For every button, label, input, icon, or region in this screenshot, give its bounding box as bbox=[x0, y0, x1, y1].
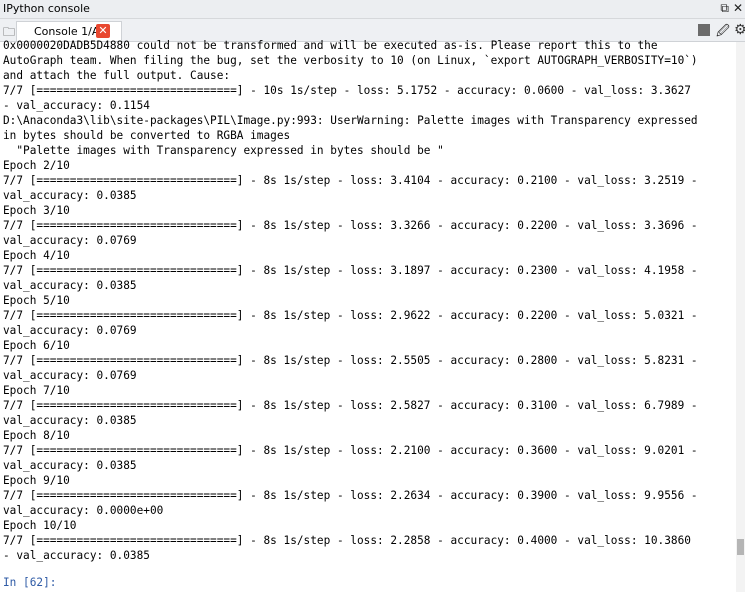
console-line: 7/7 [==============================] - 1… bbox=[3, 84, 691, 97]
pane-title-bar: IPython console ⧉ ✕ bbox=[0, 0, 745, 19]
stop-icon[interactable] bbox=[698, 24, 710, 36]
console-line: 7/7 [==============================] - 8… bbox=[3, 354, 698, 367]
console-line: val_accuracy: 0.0385 bbox=[3, 189, 137, 202]
console-line: in bytes should be converted to RGBA ima… bbox=[3, 129, 291, 142]
tab-close-icon[interactable]: ✕ bbox=[96, 24, 110, 38]
console-line: Epoch 3/10 bbox=[3, 204, 70, 217]
console-line: 7/7 [==============================] - 8… bbox=[3, 174, 698, 187]
scrollbar-thumb[interactable] bbox=[737, 539, 744, 555]
console-line: 7/7 [==============================] - 8… bbox=[3, 219, 698, 232]
tab-label: Console 1/A bbox=[34, 25, 100, 38]
console-line: Epoch 2/10 bbox=[3, 159, 70, 172]
console-line: "Palette images with Transparency expres… bbox=[3, 144, 444, 157]
console-log: 0x0000020DADB5D4880 could not be transfo… bbox=[3, 38, 733, 563]
console-line: Epoch 4/10 bbox=[3, 249, 70, 262]
console-line: val_accuracy: 0.0000e+00 bbox=[3, 504, 164, 517]
pane-title: IPython console bbox=[3, 2, 90, 15]
console-line: Epoch 8/10 bbox=[3, 429, 70, 442]
gear-icon[interactable]: ⚙ bbox=[734, 22, 745, 38]
input-prompt[interactable]: In [62]: bbox=[3, 576, 56, 589]
console-line: Epoch 10/10 bbox=[3, 519, 77, 532]
console-line: val_accuracy: 0.0385 bbox=[3, 459, 137, 472]
console-line: val_accuracy: 0.0385 bbox=[3, 279, 137, 292]
console-line: val_accuracy: 0.0769 bbox=[3, 324, 137, 337]
console-line: val_accuracy: 0.0769 bbox=[3, 234, 137, 247]
console-line: 0x0000020DADB5D4880 could not be transfo… bbox=[3, 39, 658, 52]
console-line: val_accuracy: 0.0385 bbox=[3, 414, 137, 427]
console-line: 7/7 [==============================] - 8… bbox=[3, 534, 691, 547]
console-line: Epoch 9/10 bbox=[3, 474, 70, 487]
close-icon[interactable]: ✕ bbox=[733, 1, 743, 15]
console-line: D:\Anaconda3\lib\site-packages\PIL\Image… bbox=[3, 114, 698, 127]
console-line: Epoch 5/10 bbox=[3, 294, 70, 307]
vertical-scrollbar[interactable] bbox=[736, 42, 745, 592]
console-line: Epoch 6/10 bbox=[3, 339, 70, 352]
console-line: 7/7 [==============================] - 8… bbox=[3, 444, 698, 457]
console-line: 7/7 [==============================] - 8… bbox=[3, 399, 698, 412]
undock-icon[interactable]: ⧉ bbox=[720, 1, 729, 15]
console-output[interactable]: 0x0000020DADB5D4880 could not be transfo… bbox=[3, 38, 733, 592]
console-line: 7/7 [==============================] - 8… bbox=[3, 264, 698, 277]
console-line: AutoGraph team. When filing the bug, set… bbox=[3, 54, 698, 67]
console-line: and attach the full output. Cause: bbox=[3, 69, 231, 82]
console-line: val_accuracy: 0.0769 bbox=[3, 369, 137, 382]
console-line: 7/7 [==============================] - 8… bbox=[3, 309, 698, 322]
console-line: Epoch 7/10 bbox=[3, 384, 70, 397]
console-line: 7/7 [==============================] - 8… bbox=[3, 489, 698, 502]
console-line: - val_accuracy: 0.0385 bbox=[3, 549, 150, 562]
console-line: - val_accuracy: 0.1154 bbox=[3, 99, 150, 112]
